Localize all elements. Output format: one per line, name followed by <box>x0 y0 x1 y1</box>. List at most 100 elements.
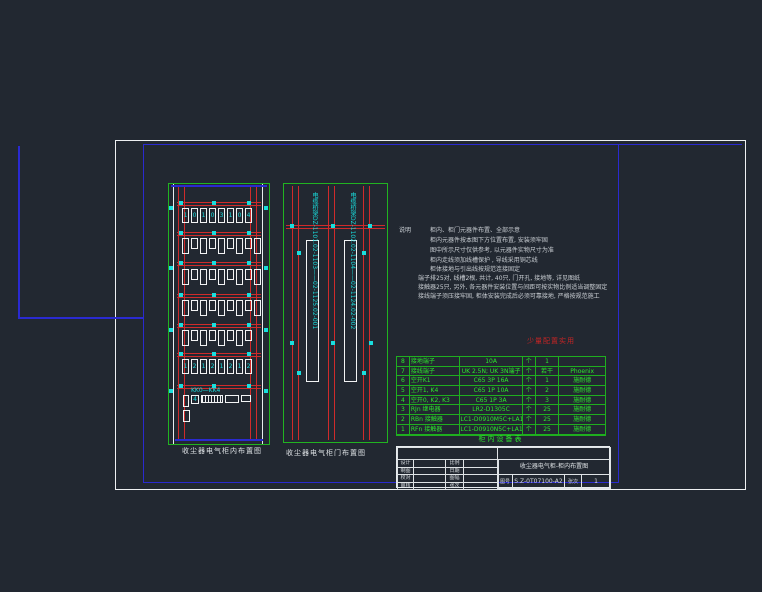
rail-clip-marker <box>179 293 183 297</box>
cable-duct-label: 电缆桥架DZ-1101.02-1103——02-1125.02-001 <box>307 192 319 424</box>
din-rail <box>177 297 261 298</box>
kk-component <box>225 395 239 403</box>
breaker <box>191 269 198 280</box>
bom-cell: 6 <box>397 376 410 386</box>
breaker <box>200 330 207 346</box>
breaker-labeled: 1 <box>182 208 189 223</box>
sheet-label: 张次 <box>564 474 582 489</box>
breaker <box>209 330 216 341</box>
breaker <box>218 330 225 346</box>
kk-component: 4 <box>191 395 199 404</box>
bom-caption: 柜内设备表 <box>396 434 606 444</box>
bom-cell: 若干 <box>536 367 560 377</box>
breaker <box>245 238 252 249</box>
door-clip-marker <box>369 341 373 345</box>
breaker <box>236 300 243 316</box>
breaker-row: 10103104 <box>182 208 260 223</box>
panel-bottom-edge <box>175 439 263 441</box>
bom-row: 4空开0, K2, K3C65 1P 3A个3施耐德 <box>397 396 605 406</box>
bom-cell: 个 <box>523 396 536 406</box>
breaker-labeled: 0 <box>236 208 243 223</box>
breaker <box>209 300 216 311</box>
bom-row: 6空开K1C65 3P 16A个1施耐德 <box>397 376 605 386</box>
breaker-labeled: 2 <box>227 359 234 374</box>
kk-component-row: 4 <box>183 395 263 407</box>
kk-component <box>183 395 189 407</box>
breaker <box>182 238 189 254</box>
breaker-row <box>182 238 260 254</box>
bom-cell: Phoenix <box>559 367 605 377</box>
bom-table: 8接地端子10A个17接线端子UK 2.5N; UK 3N端子个若干Phoeni… <box>396 356 606 436</box>
kk-range-label: KK0—KK4 <box>191 387 220 394</box>
leader-line-horizontal <box>18 317 144 319</box>
din-rail <box>177 205 261 206</box>
drawing-no: S.Z-0T07100-A2 <box>512 474 565 489</box>
kk-component <box>183 410 190 422</box>
breaker <box>254 269 261 285</box>
breaker <box>236 330 243 346</box>
breaker-row <box>182 330 260 346</box>
bom-cell: 空开1, K4 <box>410 386 461 396</box>
rail-clip-marker <box>247 384 251 388</box>
breaker <box>227 300 234 311</box>
titleblock-label: 张次 <box>445 482 464 491</box>
breaker-labeled: 0 <box>191 208 198 223</box>
breaker <box>218 300 225 316</box>
bom-cell: C65 1P 10A <box>460 386 522 396</box>
bom-cell: 25 <box>536 405 560 415</box>
breaker-labeled: 2 <box>191 359 198 374</box>
breaker-labeled: 1 <box>218 359 225 374</box>
bom-cell: 10A <box>460 357 522 367</box>
titleblock-label: 审核 <box>397 482 414 491</box>
titleblock-value <box>413 482 446 491</box>
rail-clip-marker <box>247 293 251 297</box>
bom-cell: C65 3P 16A <box>460 376 522 386</box>
rail-clip-marker <box>179 201 183 205</box>
cabinet-interior-caption: 收尘器电气柜内布置图 <box>182 446 262 456</box>
bom-cell: 2 <box>397 415 410 425</box>
bom-cell: 施耐德 <box>559 386 605 396</box>
rail-clip-marker <box>247 352 251 356</box>
rail-clip-marker <box>247 201 251 205</box>
inner-border-top-ext <box>617 144 742 145</box>
cabinet-door-panel: 电缆桥架DZ-1101.02-1103——02-1125.02-001电缆桥架D… <box>283 183 388 443</box>
bom-cell: 接线端子 <box>410 367 461 377</box>
bom-cell: RBn 接触器 <box>410 415 461 425</box>
cad-model-space[interactable]: 1010310412121212KK0—KK44 收尘器电气柜内布置图 电缆桥架… <box>0 0 762 592</box>
breaker-labeled: 1 <box>200 359 207 374</box>
panel-stile-left <box>173 184 174 444</box>
rail-clip-marker <box>179 323 183 327</box>
bom-row: 8接地端子10A个1 <box>397 357 605 367</box>
cabinet-interior-panel: 1010310412121212KK0—KK44 <box>168 183 270 445</box>
rail-clip-marker <box>169 206 173 210</box>
rail-clip-marker <box>179 352 183 356</box>
bom-cell: C65 1P 3A <box>460 396 522 406</box>
bom-cell: 空开K1 <box>410 376 461 386</box>
door-clip-marker <box>368 224 372 228</box>
breaker <box>182 269 189 285</box>
panel-red-upright <box>178 186 179 440</box>
bom-cell: 空开0, K2, K3 <box>410 396 461 406</box>
rail-clip-marker <box>179 261 183 265</box>
bom-cell: 施耐德 <box>559 415 605 425</box>
bom-cell: LR2-D1305C <box>460 405 522 415</box>
breaker <box>191 330 198 341</box>
din-rail <box>177 327 261 328</box>
breaker <box>254 300 261 316</box>
drawing-title: 收尘器电气柜-柜内布置图 <box>497 459 611 475</box>
bom-row: 7接线端子UK 2.5N; UK 3N端子个若干Phoenix <box>397 367 605 377</box>
kk-component <box>241 395 251 402</box>
rail-clip-marker <box>264 389 268 393</box>
breaker <box>227 238 234 249</box>
breaker <box>200 238 207 254</box>
breaker <box>218 269 225 285</box>
bom-cell: 个 <box>523 386 536 396</box>
rail-clip-marker <box>247 323 251 327</box>
din-rail <box>177 265 261 266</box>
breaker-labeled: 0 <box>209 208 216 223</box>
rail-clip-marker <box>169 266 173 270</box>
bom-cell: 1 <box>536 357 560 367</box>
breaker-labeled: 1 <box>182 359 189 374</box>
breaker <box>209 269 216 280</box>
bom-cell: RJn 继电器 <box>410 405 461 415</box>
